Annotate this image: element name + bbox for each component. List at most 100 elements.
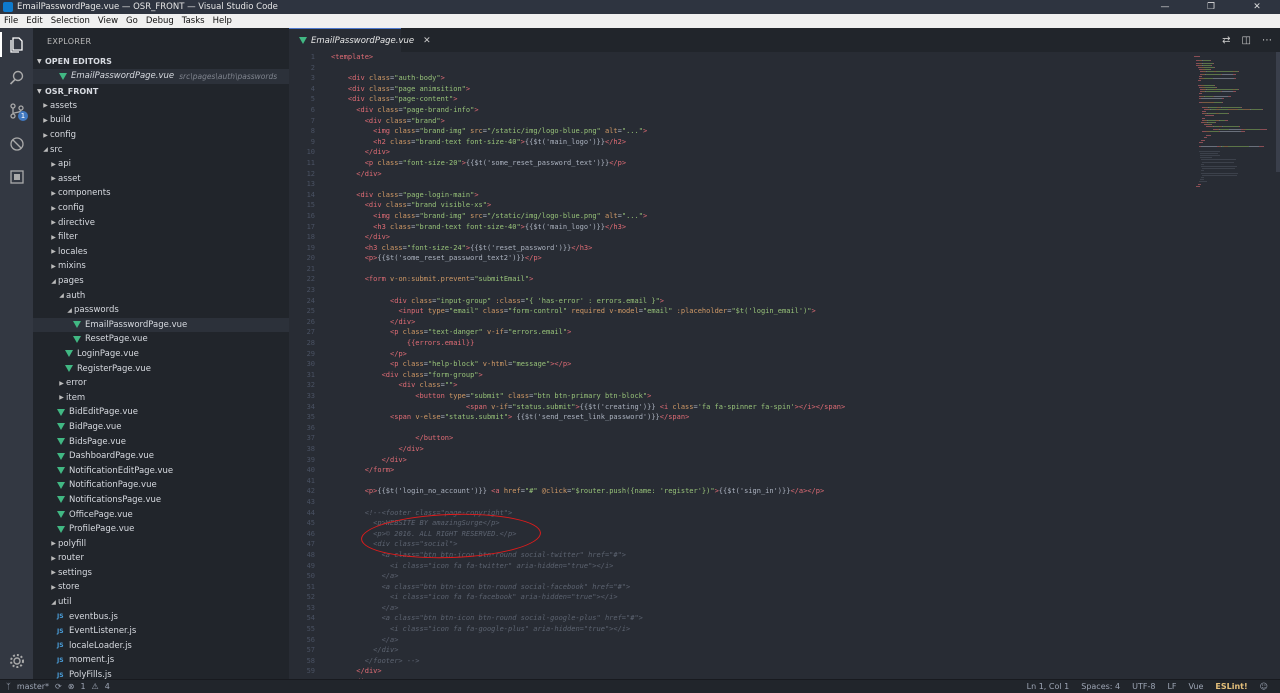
tree-file[interactable]: DashboardPage.vue xyxy=(33,449,289,464)
code-lines[interactable]: <template> <div class="auth-body"> <div … xyxy=(331,52,1181,679)
tree-file[interactable]: BidPage.vue xyxy=(33,420,289,435)
tree-folder[interactable]: ▶ assets xyxy=(33,99,289,114)
menu-selection[interactable]: Selection xyxy=(47,16,94,26)
tree-folder[interactable]: ▶ api xyxy=(33,157,289,172)
tree-folder[interactable]: ▶ settings xyxy=(33,566,289,581)
error-count[interactable]: 1 xyxy=(80,682,85,691)
extensions-icon[interactable] xyxy=(0,160,33,193)
menu-edit[interactable]: Edit xyxy=(22,16,46,26)
line-number: 21 xyxy=(306,264,315,273)
tree-folder[interactable]: ▶ filter xyxy=(33,230,289,245)
tree-folder[interactable]: ◢ pages xyxy=(33,274,289,289)
split-editor-icon[interactable]: ◫ xyxy=(1242,35,1251,46)
tree-folder[interactable]: ▶ build xyxy=(33,113,289,128)
tree-file[interactable]: NotificationEditPage.vue xyxy=(33,463,289,478)
line-number: 38 xyxy=(306,444,315,453)
line-number: 32 xyxy=(306,381,315,390)
open-editors-header[interactable]: ▼ OPEN EDITORS xyxy=(33,54,289,69)
tree-folder[interactable]: ▶ components xyxy=(33,186,289,201)
encoding[interactable]: UTF-8 xyxy=(1132,682,1155,691)
more-actions-icon[interactable]: ⋯ xyxy=(1262,35,1272,46)
menu-debug[interactable]: Debug xyxy=(142,16,178,26)
indentation[interactable]: Spaces: 4 xyxy=(1081,682,1120,691)
tree-folder[interactable]: ▶ mixins xyxy=(33,259,289,274)
smiley-icon[interactable]: ☺ xyxy=(1260,682,1268,691)
language-mode[interactable]: Vue xyxy=(1189,682,1204,691)
tree-folder[interactable]: ◢ passwords xyxy=(33,303,289,318)
tree-file[interactable]: JS PolyFills.js xyxy=(33,668,289,679)
menu-file[interactable]: File xyxy=(0,16,22,26)
menu-help[interactable]: Help xyxy=(209,16,236,26)
minimap-line xyxy=(1239,126,1240,128)
tree-file[interactable]: JS EventListener.js xyxy=(33,624,289,639)
menu-view[interactable]: View xyxy=(94,16,122,26)
minimap[interactable] xyxy=(1190,52,1280,679)
scm-badge: 1 xyxy=(18,111,28,121)
tree-folder[interactable]: ▶ locales xyxy=(33,245,289,260)
restore-icon[interactable]: ❐ xyxy=(1188,0,1234,14)
close-window-icon[interactable]: ✕ xyxy=(1234,0,1280,14)
tree-file[interactable]: BidEditPage.vue xyxy=(33,405,289,420)
tree-file[interactable]: RegisterPage.vue xyxy=(33,361,289,376)
close-icon[interactable]: ✕ xyxy=(423,36,431,46)
line-number: 1 xyxy=(310,53,315,61)
scrollbar-thumb[interactable] xyxy=(1276,52,1280,172)
tree-file[interactable]: BidsPage.vue xyxy=(33,434,289,449)
tab-emailpasswordpage[interactable]: EmailPasswordPage.vue ✕ xyxy=(289,28,431,52)
line-number: 13 xyxy=(306,180,315,189)
chevron-down-icon: ▼ xyxy=(37,58,42,65)
tree-folder[interactable]: ▶ item xyxy=(33,390,289,405)
sync-icon[interactable]: ⟳ xyxy=(55,682,62,691)
tree-folder[interactable]: ▶ router xyxy=(33,551,289,566)
code-view[interactable]: 1 2 3 4 5 6 7 8 9 10 11 12 13 14 15 16 17 18 19 20 21 22 23 24 2… xyxy=(289,52,1189,679)
tree-folder[interactable]: ◢ auth xyxy=(33,288,289,303)
vue-file-icon xyxy=(65,365,73,373)
gear-icon[interactable] xyxy=(0,644,33,677)
minimap-line xyxy=(1228,108,1238,110)
search-icon[interactable] xyxy=(0,61,33,94)
branch-name[interactable]: master* xyxy=(17,682,49,691)
warning-count[interactable]: 4 xyxy=(105,682,110,691)
tree-folder[interactable]: ▶ polyfill xyxy=(33,536,289,551)
tree-file[interactable]: NotificationPage.vue xyxy=(33,478,289,493)
tree-file[interactable]: JS moment.js xyxy=(33,653,289,668)
menu-go[interactable]: Go xyxy=(122,16,142,26)
explorer-icon[interactable] xyxy=(0,28,33,61)
file-tree: ▶ assets ▶ build ▶ config ◢ src ▶ api ▶ asset ▶ compo… xyxy=(33,99,289,679)
tree-file[interactable]: JS eventbus.js xyxy=(33,609,289,624)
eslint-status[interactable]: ESLint! xyxy=(1215,682,1247,691)
tree-file[interactable]: JS localeLoader.js xyxy=(33,639,289,654)
minimap-line xyxy=(1201,139,1205,141)
tree-file[interactable]: ProfilePage.vue xyxy=(33,522,289,537)
tree-item-label: config xyxy=(50,130,77,141)
tree-folder[interactable]: ▶ asset xyxy=(33,172,289,187)
minimap-line xyxy=(1262,108,1263,110)
tree-folder[interactable]: ◢ util xyxy=(33,595,289,610)
line-ending[interactable]: LF xyxy=(1167,682,1176,691)
tree-folder[interactable]: ◢ src xyxy=(33,142,289,157)
tree-folder[interactable]: ▶ directive xyxy=(33,215,289,230)
minimap-line xyxy=(1201,177,1204,178)
project-header[interactable]: ▼ OSR_FRONT xyxy=(33,84,289,99)
debug-icon[interactable] xyxy=(0,127,33,160)
tree-folder[interactable]: ▶ config xyxy=(33,128,289,143)
tree-file[interactable]: NotificationsPage.vue xyxy=(33,493,289,508)
tree-folder[interactable]: ▶ error xyxy=(33,376,289,391)
tree-file[interactable]: LoginPage.vue xyxy=(33,347,289,362)
tree-file[interactable]: ResetPage.vue xyxy=(33,332,289,347)
tree-file[interactable]: EmailPasswordPage.vue xyxy=(33,317,289,333)
open-editor-item[interactable]: EmailPasswordPage.vue src\pages\auth\pas… xyxy=(33,69,289,84)
source-control-icon[interactable]: 1 xyxy=(0,94,33,127)
minimap-line xyxy=(1201,170,1204,172)
open-changes-icon[interactable]: ⇄ xyxy=(1222,35,1230,46)
code-line: <h2 class="brand-text font-size-40">{{$t… xyxy=(373,137,627,146)
tree-folder[interactable]: ▶ store xyxy=(33,580,289,595)
tab-label: EmailPasswordPage.vue xyxy=(311,35,415,46)
minimize-icon[interactable]: — xyxy=(1142,0,1188,14)
menu-tasks[interactable]: Tasks xyxy=(178,16,209,26)
vue-file-icon xyxy=(57,525,65,533)
tree-item-label: passwords xyxy=(74,305,119,316)
cursor-position[interactable]: Ln 1, Col 1 xyxy=(1027,682,1070,691)
tree-folder[interactable]: ▶ config xyxy=(33,201,289,216)
tree-file[interactable]: OfficePage.vue xyxy=(33,507,289,522)
